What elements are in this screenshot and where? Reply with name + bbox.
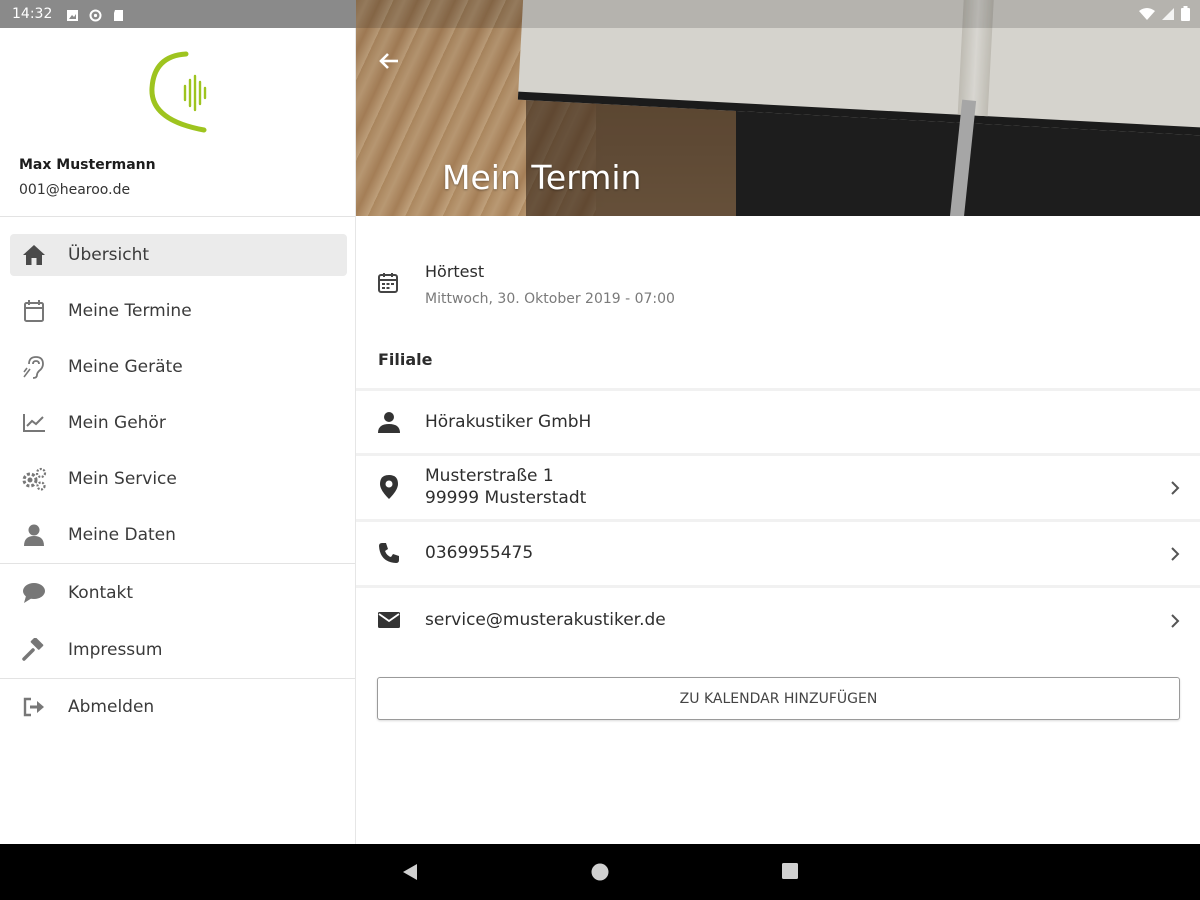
branch-email: service@musterakustiker.de bbox=[425, 610, 666, 630]
gears-icon bbox=[20, 465, 48, 493]
branch-email-row[interactable]: service@musterakustiker.de bbox=[356, 588, 1200, 652]
status-bar: 14:32 bbox=[0, 0, 1200, 28]
nav-item-label: Mein Service bbox=[68, 469, 177, 489]
user-name: Max Mustermann bbox=[19, 157, 156, 173]
nav-item-label: Übersicht bbox=[68, 245, 150, 265]
status-time: 14:32 bbox=[12, 6, 53, 22]
drawer-divider bbox=[0, 216, 355, 217]
user-icon bbox=[20, 521, 48, 549]
branch-phone-row[interactable]: 0369955475 bbox=[356, 522, 1200, 585]
branch-phone: 0369955475 bbox=[425, 543, 534, 563]
phone-icon bbox=[376, 540, 402, 566]
home-circle-icon[interactable] bbox=[590, 862, 610, 886]
nav-item-label: Kontakt bbox=[68, 583, 134, 603]
branch-name: Hörakustiker GmbH bbox=[425, 412, 592, 432]
mail-icon bbox=[376, 607, 402, 633]
nav-item-hearing[interactable]: Mein Gehör bbox=[10, 402, 347, 444]
status-bar-left-background bbox=[0, 0, 356, 28]
add-to-calendar-button[interactable]: ZU KALENDAR HINZUFÜGEN bbox=[377, 677, 1180, 720]
branch-info: Hörakustiker GmbH Musterstraße 1 99999 M… bbox=[356, 388, 1200, 652]
nav-item-devices[interactable]: Meine Geräte bbox=[10, 346, 347, 388]
sync-notification-icon bbox=[89, 7, 102, 22]
back-triangle-icon[interactable] bbox=[401, 862, 419, 886]
person-icon bbox=[376, 409, 402, 435]
back-arrow-icon[interactable] bbox=[376, 48, 402, 74]
chevron-right-icon bbox=[1168, 611, 1182, 631]
nav-item-label: Mein Gehör bbox=[68, 413, 166, 433]
appointment-summary: Hörtest Mittwoch, 30. Oktober 2019 - 07:… bbox=[356, 216, 1200, 328]
branch-name-row: Hörakustiker GmbH bbox=[356, 391, 1200, 453]
calendar-icon bbox=[376, 271, 400, 295]
logout-icon bbox=[20, 693, 48, 721]
hearoo-logo-icon bbox=[148, 50, 210, 136]
drawer-divider bbox=[0, 563, 355, 564]
branch-street: Musterstraße 1 bbox=[425, 466, 554, 486]
branch-city: 99999 Musterstadt bbox=[425, 488, 587, 508]
signal-icon bbox=[1161, 6, 1175, 25]
nav-item-appointments[interactable]: Meine Termine bbox=[10, 290, 347, 332]
branch-address-row[interactable]: Musterstraße 1 99999 Musterstadt bbox=[356, 456, 1200, 519]
chart-icon bbox=[20, 409, 48, 437]
calendar-icon bbox=[20, 297, 48, 325]
user-email: 001@hearoo.de bbox=[19, 182, 131, 198]
header-image: Mein Termin bbox=[356, 0, 1200, 216]
gavel-icon bbox=[20, 636, 48, 664]
hearing-icon bbox=[20, 353, 48, 381]
chevron-right-icon bbox=[1168, 478, 1182, 498]
chat-icon bbox=[20, 579, 48, 607]
page-title: Mein Termin bbox=[442, 158, 642, 197]
appointment-date: Mittwoch, 30. Oktober 2019 - 07:00 bbox=[425, 291, 675, 307]
branch-address: Musterstraße 1 99999 Musterstadt bbox=[425, 465, 586, 509]
recents-square-icon[interactable] bbox=[781, 862, 799, 884]
wifi-icon bbox=[1139, 6, 1155, 25]
navigation-drawer: Max Mustermann 001@hearoo.de Übersicht M… bbox=[0, 28, 356, 844]
section-label-branch: Filiale bbox=[378, 350, 433, 369]
image-notification-icon bbox=[66, 7, 79, 21]
chevron-right-icon bbox=[1168, 544, 1182, 564]
nav-item-my-data[interactable]: Meine Daten bbox=[10, 514, 347, 556]
status-system-icons bbox=[1139, 6, 1190, 25]
battery-icon bbox=[1181, 6, 1190, 25]
nav-item-label: Impressum bbox=[68, 640, 163, 660]
status-notification-icons bbox=[66, 7, 125, 22]
sd-card-notification-icon bbox=[112, 7, 125, 21]
nav-item-contact[interactable]: Kontakt bbox=[10, 572, 347, 614]
nav-item-label: Meine Termine bbox=[68, 301, 192, 321]
nav-item-label: Meine Daten bbox=[68, 525, 176, 545]
appointment-detail: Hörtest Mittwoch, 30. Oktober 2019 - 07:… bbox=[356, 216, 1200, 844]
system-navigation-bar bbox=[0, 844, 1200, 900]
nav-item-logout[interactable]: Abmelden bbox=[10, 686, 347, 728]
nav-item-label: Meine Geräte bbox=[68, 357, 183, 377]
nav-item-service[interactable]: Mein Service bbox=[10, 458, 347, 500]
nav-item-imprint[interactable]: Impressum bbox=[10, 629, 347, 671]
drawer-divider bbox=[0, 678, 355, 679]
home-icon bbox=[20, 241, 48, 269]
nav-item-label: Abmelden bbox=[68, 697, 155, 717]
nav-item-overview[interactable]: Übersicht bbox=[10, 234, 347, 276]
appointment-title: Hörtest bbox=[425, 262, 485, 281]
location-pin-icon bbox=[376, 474, 402, 500]
